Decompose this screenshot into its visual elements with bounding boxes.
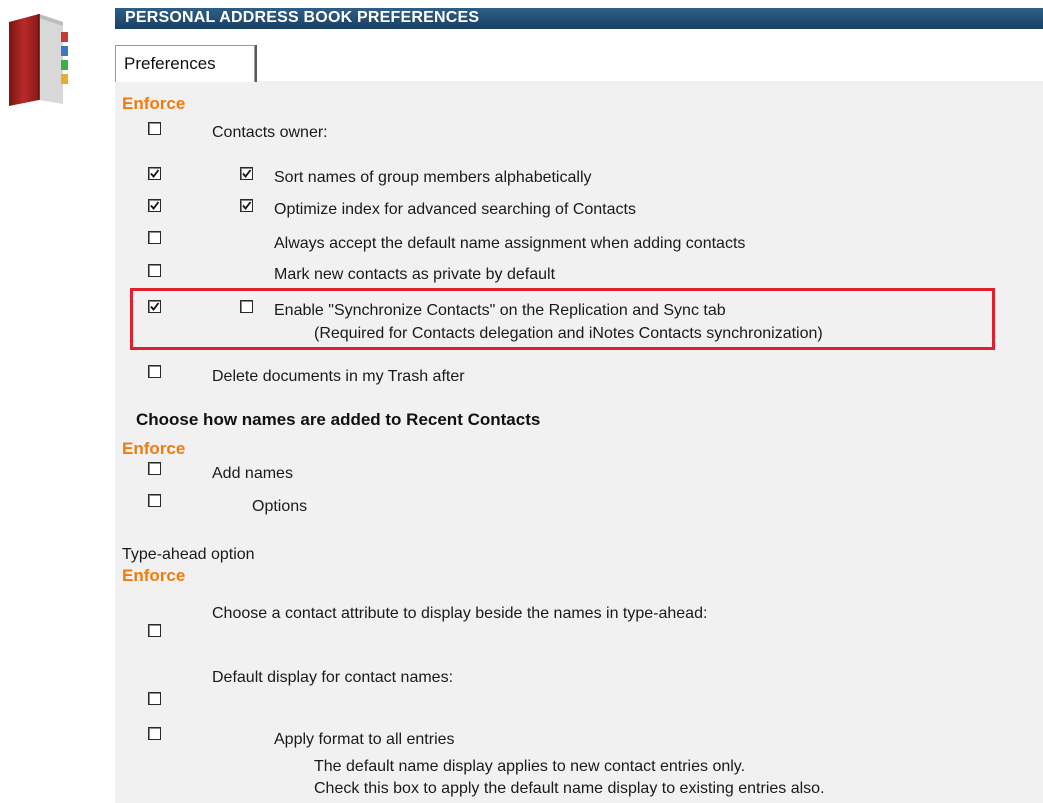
- optimize-index-checkbox[interactable]: [240, 199, 253, 212]
- options-label: Options: [252, 498, 308, 515]
- always-accept-label: Always accept the default name assignmen…: [274, 235, 746, 252]
- sync-contacts-checkbox[interactable]: [240, 300, 253, 313]
- apply-format-label: Apply format to all entries: [274, 731, 455, 748]
- enforce-contacts-owner-checkbox[interactable]: [148, 122, 161, 135]
- add-names-label: Add names: [212, 465, 293, 482]
- enforce-mark-private-checkbox[interactable]: [148, 264, 161, 277]
- delete-trash-label: Delete documents in my Trash after: [212, 368, 465, 385]
- enforce-delete-trash-checkbox[interactable]: [148, 365, 161, 378]
- enforce-heading: Enforce: [122, 94, 186, 113]
- optimize-index-label: Optimize index for advanced searching of…: [274, 201, 636, 218]
- recent-contacts-heading: Choose how names are added to Recent Con…: [136, 410, 541, 429]
- typeahead-enforce-heading: Enforce: [122, 566, 186, 585]
- page-title: PERSONAL ADDRESS BOOK PREFERENCES: [125, 9, 480, 26]
- enforce-always-accept-checkbox[interactable]: [148, 231, 161, 244]
- tab-preferences-label: Preferences: [124, 54, 216, 73]
- apply-format-note-line2: Check this box to apply the default name…: [314, 780, 825, 797]
- mark-private-label: Mark new contacts as private by default: [274, 266, 556, 283]
- title-bar: PERSONAL ADDRESS BOOK PREFERENCES: [115, 8, 1043, 29]
- enforce-optimize-index-checkbox[interactable]: [148, 199, 161, 212]
- typeahead-heading: Type-ahead option: [122, 546, 255, 563]
- contact-attribute-label: Choose a contact attribute to display be…: [212, 605, 708, 622]
- enforce-contact-attribute-checkbox[interactable]: [148, 624, 161, 637]
- preferences-panel: [115, 81, 1043, 803]
- enforce-apply-format-checkbox[interactable]: [148, 727, 161, 740]
- sync-contacts-label: Enable "Synchronize Contacts" on the Rep…: [274, 302, 726, 319]
- enforce-options-checkbox[interactable]: [148, 494, 161, 507]
- sort-names-checkbox[interactable]: [240, 167, 253, 180]
- enforce-add-names-checkbox[interactable]: [148, 462, 161, 475]
- address-book-icon: [9, 14, 68, 106]
- contacts-owner-label: Contacts owner:: [212, 124, 328, 141]
- enforce-default-display-checkbox[interactable]: [148, 692, 161, 705]
- sync-contacts-note: (Required for Contacts delegation and iN…: [314, 325, 823, 342]
- recent-contacts-enforce-heading: Enforce: [122, 439, 186, 458]
- tab-preferences[interactable]: Preferences: [115, 45, 255, 82]
- enforce-sync-contacts-checkbox[interactable]: [148, 300, 161, 313]
- default-display-label: Default display for contact names:: [212, 669, 454, 686]
- apply-format-note-line1: The default name display applies to new …: [314, 758, 746, 775]
- enforce-sort-names-checkbox[interactable]: [148, 167, 161, 180]
- sort-names-label: Sort names of group members alphabetical…: [274, 169, 592, 186]
